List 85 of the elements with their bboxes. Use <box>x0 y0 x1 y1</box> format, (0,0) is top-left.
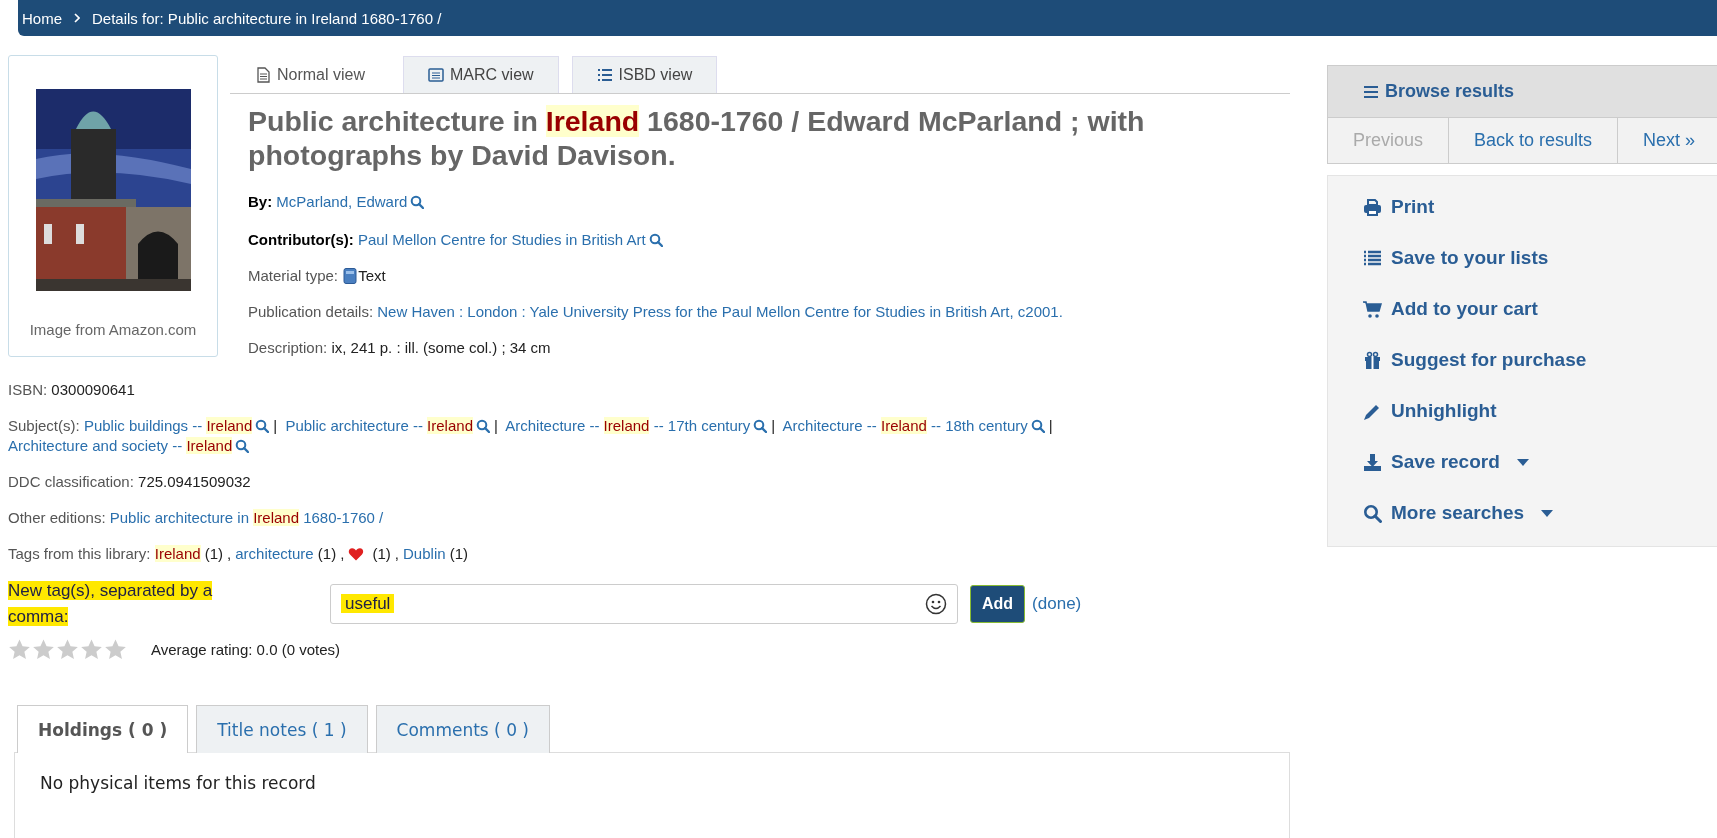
search-icon[interactable] <box>753 419 768 433</box>
record-title: Public architecture in Ireland 1680-1760 / Edward McParland ; with photographs by David Davison. <box>248 104 1146 172</box>
heart-icon[interactable] <box>348 546 365 562</box>
record-link[interactable]: Paul Mellon Centre for Studies in British Art <box>358 231 646 248</box>
tag-link[interactable]: architecture <box>235 545 314 562</box>
search-icon[interactable] <box>255 419 270 433</box>
action-link[interactable]: Suggest for purchase <box>1363 349 1587 371</box>
field-label: Material type: <box>248 267 339 284</box>
field-label: Contributor(s): <box>248 231 354 248</box>
separator: , <box>340 545 345 562</box>
done-link[interactable]: (done) <box>1032 594 1082 614</box>
search-icon[interactable] <box>476 419 490 433</box>
field-label: Description: <box>248 339 328 356</box>
record-link[interactable]: McParland, Edward <box>276 193 408 210</box>
action-link[interactable]: Unhighlight <box>1363 400 1497 422</box>
printer-icon <box>1363 197 1382 217</box>
action-link[interactable]: Save record <box>1363 451 1529 473</box>
search-icon[interactable] <box>648 233 663 247</box>
smiley-icon[interactable] <box>925 593 947 615</box>
action-link[interactable]: Print <box>1363 196 1435 218</box>
tag-input-field[interactable]: useful <box>330 584 958 624</box>
search-icon <box>1363 503 1382 523</box>
star-icon[interactable] <box>104 638 127 661</box>
add-button[interactable]: Add <box>970 585 1026 623</box>
field-label: Publication details: <box>248 303 374 320</box>
field-value: 725.0941509032 <box>138 473 251 490</box>
record-link[interactable]: Architecture -- Ireland -- 18th century <box>782 417 1028 434</box>
separator: , <box>227 545 232 562</box>
tab[interactable]: Comments ( 0 ) <box>375 705 550 753</box>
view-tab[interactable]: ISBD view <box>571 56 718 93</box>
card-icon <box>428 67 444 83</box>
star-icon[interactable] <box>56 638 79 661</box>
record-link[interactable]: New Haven : London : Yale University Press for the Paul Mellon Centre for Studies in British Art, c2001. <box>377 303 1063 320</box>
tag-count: (1) <box>449 545 469 562</box>
menu-icon <box>1363 83 1379 100</box>
record-link[interactable]: Public architecture in Ireland 1680-1760 / <box>109 509 384 526</box>
field-label: ISBN: <box>8 381 48 398</box>
tag-count: (1) <box>317 545 337 562</box>
field-label: By: <box>248 193 273 210</box>
tag-count: (1) <box>372 545 391 562</box>
separator: | <box>771 417 776 434</box>
separator: | <box>273 417 278 434</box>
action-link[interactable]: More searches <box>1363 502 1554 524</box>
field-label: Other editions: <box>8 509 106 526</box>
image-caption: Image from Amazon.com <box>29 321 197 338</box>
tab[interactable]: Holdings ( 0 ) <box>17 705 189 753</box>
view-tab[interactable]: MARC view <box>403 56 559 93</box>
separator: | <box>1048 417 1053 434</box>
search-icon[interactable] <box>1030 419 1045 433</box>
download-icon <box>1363 452 1382 472</box>
record-link[interactable]: Architecture and society -- Ireland <box>8 437 233 454</box>
browse-title: Browse results <box>1385 81 1515 102</box>
field-value: Text <box>358 267 386 284</box>
book-icon <box>342 268 359 284</box>
chevron-icon <box>74 13 80 23</box>
field-label: Tags from this library: <box>8 545 151 562</box>
cart-icon <box>1363 299 1382 319</box>
search-icon[interactable] <box>410 195 425 209</box>
star-icon[interactable] <box>80 638 103 661</box>
action-link[interactable]: Save to your lists <box>1363 247 1549 269</box>
field-value: 0300090641 <box>51 381 135 398</box>
star-icon[interactable] <box>8 638 31 661</box>
breadcrumb-link[interactable]: Details for: Public architecture in Ireland 1680-1760 / <box>92 9 442 27</box>
field-value: ix, 241 p. : ill. (some col.) ; 34 cm <box>331 339 551 356</box>
action-link[interactable]: Add to your cart <box>1363 298 1538 320</box>
list-icon <box>1363 248 1382 268</box>
star-icon[interactable] <box>32 638 55 661</box>
field-label: DDC classification: <box>8 473 134 490</box>
record-link[interactable]: Public buildings -- Ireland <box>83 417 253 434</box>
document-icon <box>255 67 271 83</box>
tab[interactable]: Title notes ( 1 ) <box>196 705 368 753</box>
record-link[interactable]: Public architecture -- Ireland <box>285 417 473 434</box>
tag-link[interactable]: Ireland <box>154 545 201 562</box>
field-label: Subject(s): <box>8 417 80 434</box>
record-link[interactable]: Architecture -- Ireland -- 17th century <box>505 417 751 434</box>
list-icon <box>596 67 613 83</box>
gift-icon <box>1363 350 1382 370</box>
separator: | <box>494 417 498 434</box>
separator: , <box>394 545 400 562</box>
rating-summary: Average rating: 0.0 (0 votes) <box>151 641 340 658</box>
tag-link[interactable]: Dublin <box>403 545 446 562</box>
tag-count: (1) <box>204 545 224 562</box>
tab-panel: No physical items for this record <box>14 752 1290 838</box>
search-icon[interactable] <box>235 439 250 453</box>
breadcrumb-link[interactable]: Home <box>22 9 62 27</box>
